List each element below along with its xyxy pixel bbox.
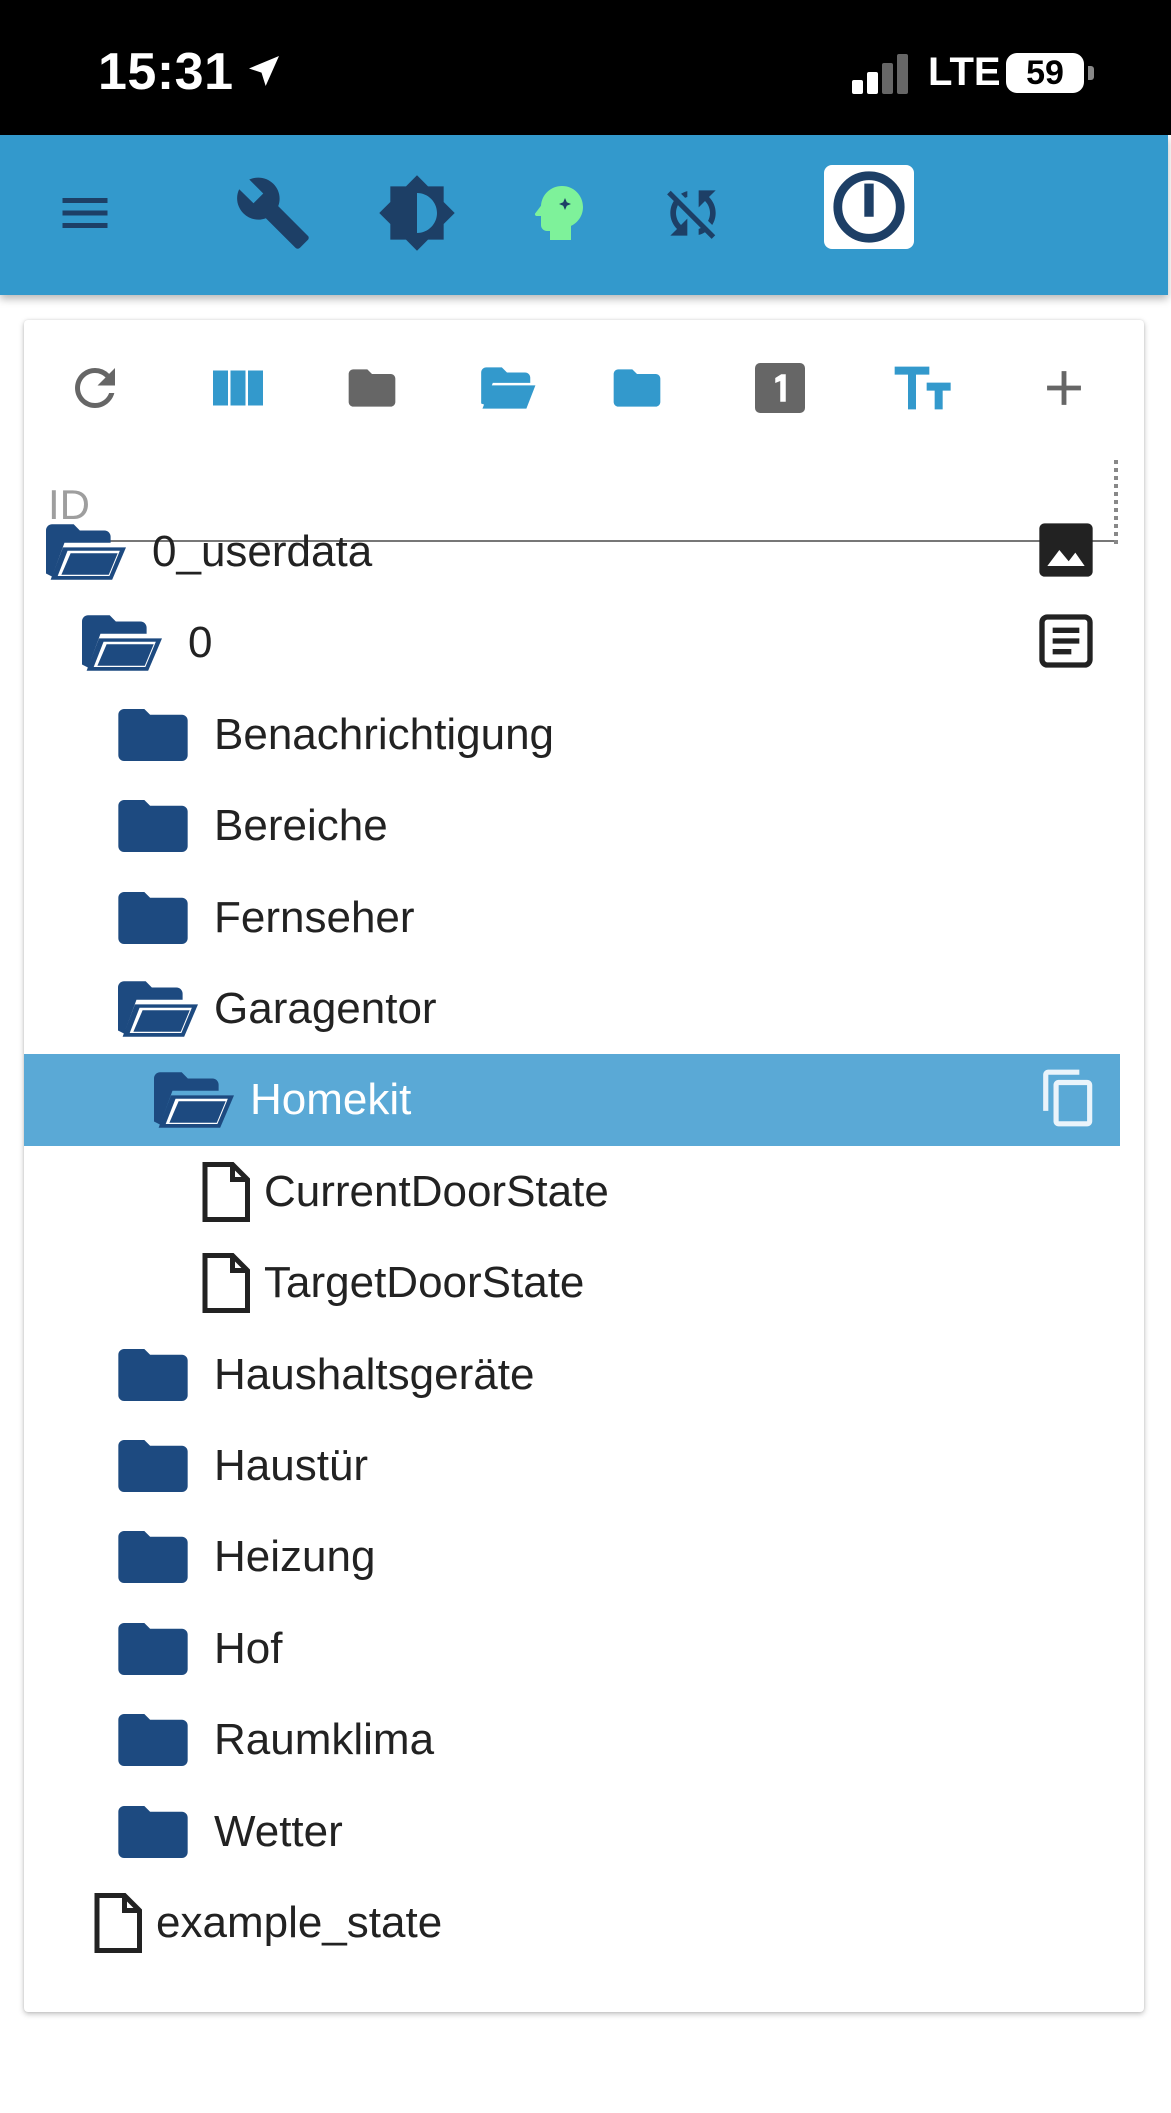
status-time-text: 15:31	[98, 43, 234, 101]
tree-item-label: 0_userdata	[152, 527, 373, 576]
tree-item-example-state[interactable]: example_state	[24, 1877, 1120, 1969]
battery-tip	[1088, 66, 1094, 80]
tree-item-fernseher[interactable]: Fernseher	[24, 872, 1120, 964]
image-icon	[1034, 518, 1098, 587]
tree-item-targetdoorstate[interactable]: TargetDoorState	[24, 1237, 1120, 1329]
tree-item-label: example_state	[156, 1898, 443, 1947]
file-icon	[200, 1237, 250, 1329]
signal-icon	[852, 54, 908, 94]
menu-icon	[55, 183, 115, 248]
document-icon	[1034, 609, 1098, 678]
columns-icon	[208, 358, 268, 423]
tree-item-0[interactable]: 0	[24, 597, 1120, 689]
folder-icon	[118, 1786, 188, 1878]
location-arrow-icon	[244, 44, 284, 104]
battery-icon: 59	[1006, 53, 1084, 93]
tree-item-label: CurrentDoorState	[264, 1166, 609, 1216]
expand-all-button[interactable]	[467, 350, 547, 430]
folder-icon	[118, 1420, 188, 1512]
folder-icon	[344, 360, 400, 421]
battery-level: 59	[1026, 54, 1064, 92]
folder-open-icon	[46, 506, 126, 598]
tree-item-haushaltsger-te[interactable]: Haushaltsgeräte	[24, 1329, 1120, 1421]
tree-item-heizung[interactable]: Heizung	[24, 1511, 1120, 1603]
network-type: LTE	[928, 50, 1001, 94]
columns-button[interactable]	[198, 350, 278, 430]
text-size-icon	[892, 356, 956, 425]
tree-item-label: Haustür	[214, 1441, 369, 1490]
tree-item-benachrichtigung[interactable]: Benachrichtigung	[24, 689, 1120, 781]
tree-item-label: Heizung	[214, 1532, 376, 1582]
brightness-icon	[377, 173, 457, 258]
sync-button[interactable]	[648, 135, 738, 295]
tree-item-label: Haushaltsgeräte	[214, 1349, 535, 1399]
tree-item-raumklima[interactable]: Raumklima	[24, 1694, 1120, 1786]
folder-icon	[118, 1329, 188, 1421]
tree-item-bereiche[interactable]: Bereiche	[24, 780, 1120, 872]
tree-item-label: Garagentor	[214, 984, 437, 1033]
head-icon	[523, 177, 595, 254]
tree-item-label: Hof	[214, 1623, 283, 1673]
tree-item-label: Fernseher	[214, 892, 415, 942]
folder-icon	[118, 1694, 188, 1786]
tree-item-haust-r[interactable]: Haustür	[24, 1420, 1120, 1512]
tree-item-garagentor[interactable]: Garagentor	[24, 963, 1120, 1055]
folder-open-icon	[82, 597, 162, 689]
plus-icon	[1035, 359, 1093, 422]
tree-item-label: Benachrichtigung	[214, 709, 555, 759]
refresh-button[interactable]	[55, 350, 135, 430]
copy-icon	[1040, 1067, 1098, 1134]
tree-item-wetter[interactable]: Wetter	[24, 1786, 1120, 1878]
collapse-all-button[interactable]	[332, 350, 412, 430]
app-bar	[0, 135, 1168, 295]
refresh-icon	[65, 358, 125, 423]
tree-item-label: Wetter	[214, 1806, 343, 1856]
folder-icon	[118, 689, 188, 781]
tree-item-label: Bereiche	[214, 801, 388, 851]
folder-icon	[609, 360, 665, 421]
iobroker-logo[interactable]	[824, 165, 914, 249]
expand-one-level-button[interactable]	[597, 350, 677, 430]
folder-open-icon	[118, 963, 198, 1055]
folder-icon	[118, 1511, 188, 1603]
tree-item-homekit[interactable]: Homekit	[24, 1054, 1120, 1147]
menu-button[interactable]	[40, 135, 130, 295]
expert-mode-button[interactable]	[514, 135, 604, 295]
folder-open-icon	[154, 1054, 234, 1146]
folder-icon	[118, 780, 188, 872]
tree-item-currentdoorstate[interactable]: CurrentDoorState	[24, 1146, 1120, 1238]
status-time: 15:31	[98, 42, 284, 104]
one-box-icon	[750, 358, 810, 423]
folder-icon	[118, 872, 188, 964]
add-object-button[interactable]	[1024, 350, 1104, 430]
depth-button[interactable]	[740, 350, 820, 430]
tree-item-label: 0	[188, 618, 213, 668]
tree-item-label: TargetDoorState	[264, 1258, 585, 1308]
tree-item-label: Raumklima	[214, 1715, 435, 1765]
tree-item-0-userdata[interactable]: 0_userdata	[24, 506, 1120, 598]
copy-button[interactable]	[1040, 1054, 1098, 1146]
sync-disabled-icon	[659, 179, 727, 252]
theme-button[interactable]	[372, 135, 462, 295]
document-button[interactable]	[1034, 597, 1098, 689]
folder-icon	[118, 1603, 188, 1695]
text-size-button[interactable]	[884, 350, 964, 430]
settings-button[interactable]	[228, 135, 318, 295]
folder-open-icon	[476, 357, 538, 424]
file-icon	[92, 1877, 142, 1969]
image-button[interactable]	[1034, 506, 1098, 598]
objects-panel: 0_userdata 0Benachrichtigung Bereiche Ferns…	[24, 320, 1144, 2012]
wrench-icon	[234, 174, 312, 257]
status-bar: 15:31 LTE 59	[0, 0, 1171, 135]
file-icon	[200, 1146, 250, 1238]
tree-item-label: Homekit	[250, 1075, 412, 1125]
tree-item-hof[interactable]: Hof	[24, 1603, 1120, 1695]
